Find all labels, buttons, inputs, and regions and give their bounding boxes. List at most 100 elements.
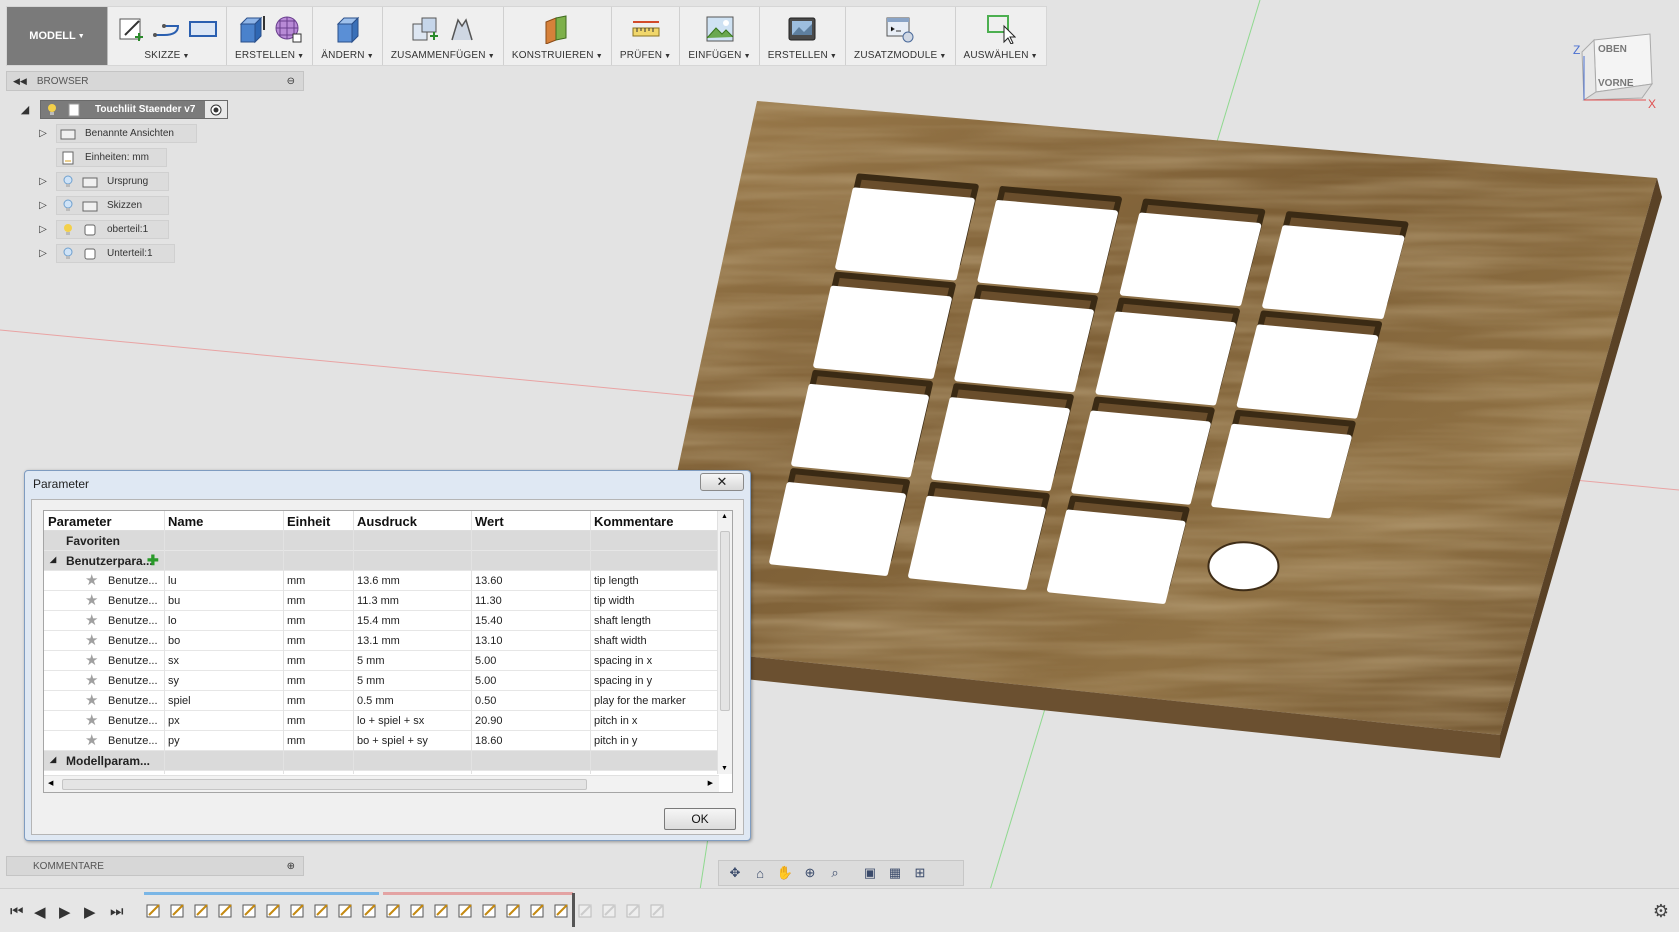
visibility-bulb-icon[interactable]	[44, 103, 60, 117]
cell-expr[interactable]: 0.5 mm	[357, 695, 394, 707]
favorite-star-icon[interactable]: ★	[85, 573, 98, 588]
favorite-star-icon[interactable]: ★	[85, 653, 98, 668]
favorites-row[interactable]: Favoriten	[44, 531, 719, 551]
toolbar-group-einfuegen[interactable]: EINFÜGEN ▼	[680, 7, 760, 65]
extrude-feature-icon[interactable]	[457, 901, 475, 919]
sketch-feature-icon[interactable]	[433, 901, 451, 919]
pan-hand-icon[interactable]: ✋	[775, 864, 795, 882]
add-comment-icon[interactable]: ⊕	[287, 861, 295, 872]
toolbar-group-auswaehlen[interactable]: AUSWÄHLEN ▼	[956, 7, 1046, 65]
cell-comment[interactable]: shaft width	[594, 635, 647, 647]
cell-comment[interactable]: play for the marker	[594, 695, 686, 707]
cell-name[interactable]: px	[168, 715, 180, 727]
extrude-feature-icon[interactable]	[481, 901, 499, 919]
browser-panel-header[interactable]: ◀◀ BROWSER ⊖	[6, 71, 304, 91]
display-settings-icon[interactable]: ▣	[860, 864, 880, 882]
collapse-triangle-icon[interactable]: ◢	[50, 555, 56, 564]
cell-name[interactable]: sy	[168, 675, 179, 687]
joint-icon[interactable]	[446, 14, 476, 44]
extrude-feature-icon[interactable]	[601, 901, 619, 919]
look-at-icon[interactable]: ⌂	[750, 864, 770, 882]
browser-root-row[interactable]: ◢ Touchliit Staender v7	[18, 100, 229, 119]
toolbar-group-zusammenfuegen[interactable]: ZUSAMMENFÜGEN ▼	[383, 7, 504, 65]
browser-item-named-views[interactable]: ▷ Benannte Ansichten	[36, 124, 197, 143]
toolbar-group-konstruieren[interactable]: KONSTRUIEREN ▼	[504, 7, 612, 65]
go-to-end-icon[interactable]: ⏭	[110, 903, 124, 920]
table-row[interactable]: ★ Benutze... sx mm 5 mm 5.00 spacing in x	[44, 651, 719, 671]
cell-expr[interactable]: bo + spiel + sy	[357, 735, 428, 747]
activate-radio-icon[interactable]	[205, 101, 228, 118]
cell-name[interactable]: lo	[168, 615, 177, 627]
column-header[interactable]: Name	[168, 514, 203, 529]
sketch-feature-icon[interactable]	[289, 901, 307, 919]
step-forward-icon[interactable]: ▶	[84, 903, 96, 921]
browser-item-oberteil[interactable]: ▷ oberteil:1	[36, 220, 169, 239]
visibility-bulb-icon[interactable]	[60, 175, 76, 189]
table-row[interactable]: ★ Benutze... bu mm 11.3 mm 11.30 tip width	[44, 591, 719, 611]
parameter-table[interactable]: Parameter Name Einheit Ausdruck Wert Kom…	[43, 510, 733, 793]
step-back-icon[interactable]: ◀	[34, 903, 46, 921]
pin-icon[interactable]: ⊖	[287, 76, 295, 87]
column-header[interactable]: Einheit	[287, 514, 330, 529]
toolbar-group-erstellen[interactable]: ERSTELLEN ▼	[227, 7, 314, 65]
extrude-feature-icon[interactable]	[265, 901, 283, 919]
cell-expr[interactable]: 5 mm	[357, 655, 385, 667]
create-sketch-icon[interactable]	[116, 14, 146, 44]
expand-triangle-icon[interactable]: ▷	[36, 200, 50, 211]
scripts-addins-icon[interactable]	[885, 14, 915, 44]
expand-triangle-icon[interactable]: ▷	[36, 224, 50, 235]
zoom-icon[interactable]: ⊕	[800, 864, 820, 882]
table-row[interactable]: ★ Benutze... spiel mm 0.5 mm 0.50 play for the…	[44, 691, 719, 711]
column-header[interactable]: Kommentare	[594, 514, 673, 529]
toolbar-group-pruefen[interactable]: PRÜFEN ▼	[612, 7, 681, 65]
vertical-scroll-thumb[interactable]	[720, 531, 730, 711]
column-header[interactable]: Ausdruck	[357, 514, 417, 529]
gear-icon[interactable]: ⚙	[1653, 901, 1669, 922]
cell-comment[interactable]: spacing in y	[594, 675, 652, 687]
table-row[interactable]: ★ Benutze... lo mm 15.4 mm 15.40 shaft length	[44, 611, 719, 631]
measure-icon[interactable]	[631, 14, 661, 44]
extrude-feature-icon[interactable]	[409, 901, 427, 919]
extrude-feature-icon[interactable]	[625, 901, 643, 919]
comments-panel-header[interactable]: KOMMENTARE ⊕	[6, 856, 304, 876]
offset-plane-icon[interactable]	[542, 14, 572, 44]
extrude-feature-icon[interactable]	[241, 901, 259, 919]
cell-name[interactable]: spiel	[168, 695, 191, 707]
sketch-feature-icon[interactable]	[649, 901, 667, 919]
table-row[interactable]: ★ Benutze... sy mm 5 mm 5.00 spacing in y	[44, 671, 719, 691]
extrude-feature-icon[interactable]	[553, 901, 571, 919]
cell-name[interactable]: sx	[168, 655, 179, 667]
cell-name[interactable]: py	[168, 735, 180, 747]
cell-expr[interactable]: lo + spiel + sx	[357, 715, 424, 727]
cell-name[interactable]: bu	[168, 595, 180, 607]
sketch-feature-icon[interactable]	[217, 901, 235, 919]
cell-expr[interactable]: 13.1 mm	[357, 635, 400, 647]
browser-item-units[interactable]: Einheiten: mm	[36, 148, 167, 167]
visibility-bulb-icon[interactable]	[60, 223, 76, 237]
expand-triangle-icon[interactable]: ▷	[36, 248, 50, 259]
column-header[interactable]: Parameter	[48, 514, 112, 529]
sketch-feature-icon[interactable]	[505, 901, 523, 919]
cell-comment[interactable]: shaft length	[594, 615, 651, 627]
play-icon[interactable]: ▶	[59, 903, 71, 921]
cell-comment[interactable]: tip width	[594, 595, 634, 607]
toolbar-group-skizze[interactable]: SKIZZE ▼	[108, 7, 227, 65]
expand-triangle-icon[interactable]: ▷	[36, 176, 50, 187]
grid-settings-icon[interactable]: ▦	[885, 864, 905, 882]
column-header[interactable]: Wert	[475, 514, 504, 529]
cell-name[interactable]: lu	[168, 575, 177, 587]
select-icon[interactable]	[986, 14, 1016, 44]
sketch-feature-icon[interactable]	[577, 901, 595, 919]
horizontal-scroll-thumb[interactable]	[62, 779, 587, 790]
line-icon[interactable]	[152, 14, 182, 44]
fit-icon[interactable]: ⌕	[825, 864, 845, 882]
ok-button[interactable]: OK	[664, 808, 736, 830]
favorite-star-icon[interactable]: ★	[85, 673, 98, 688]
extrude-feature-icon[interactable]	[529, 901, 547, 919]
go-to-start-icon[interactable]: ⏮	[10, 903, 24, 920]
vertical-scrollbar[interactable]: ▲ ▼	[717, 511, 732, 774]
extrude-feature-icon[interactable]	[313, 901, 331, 919]
favorite-star-icon[interactable]: ★	[85, 633, 98, 648]
orbit-icon[interactable]: ✥	[725, 864, 745, 882]
cell-expr[interactable]: 11.3 mm	[357, 595, 399, 607]
